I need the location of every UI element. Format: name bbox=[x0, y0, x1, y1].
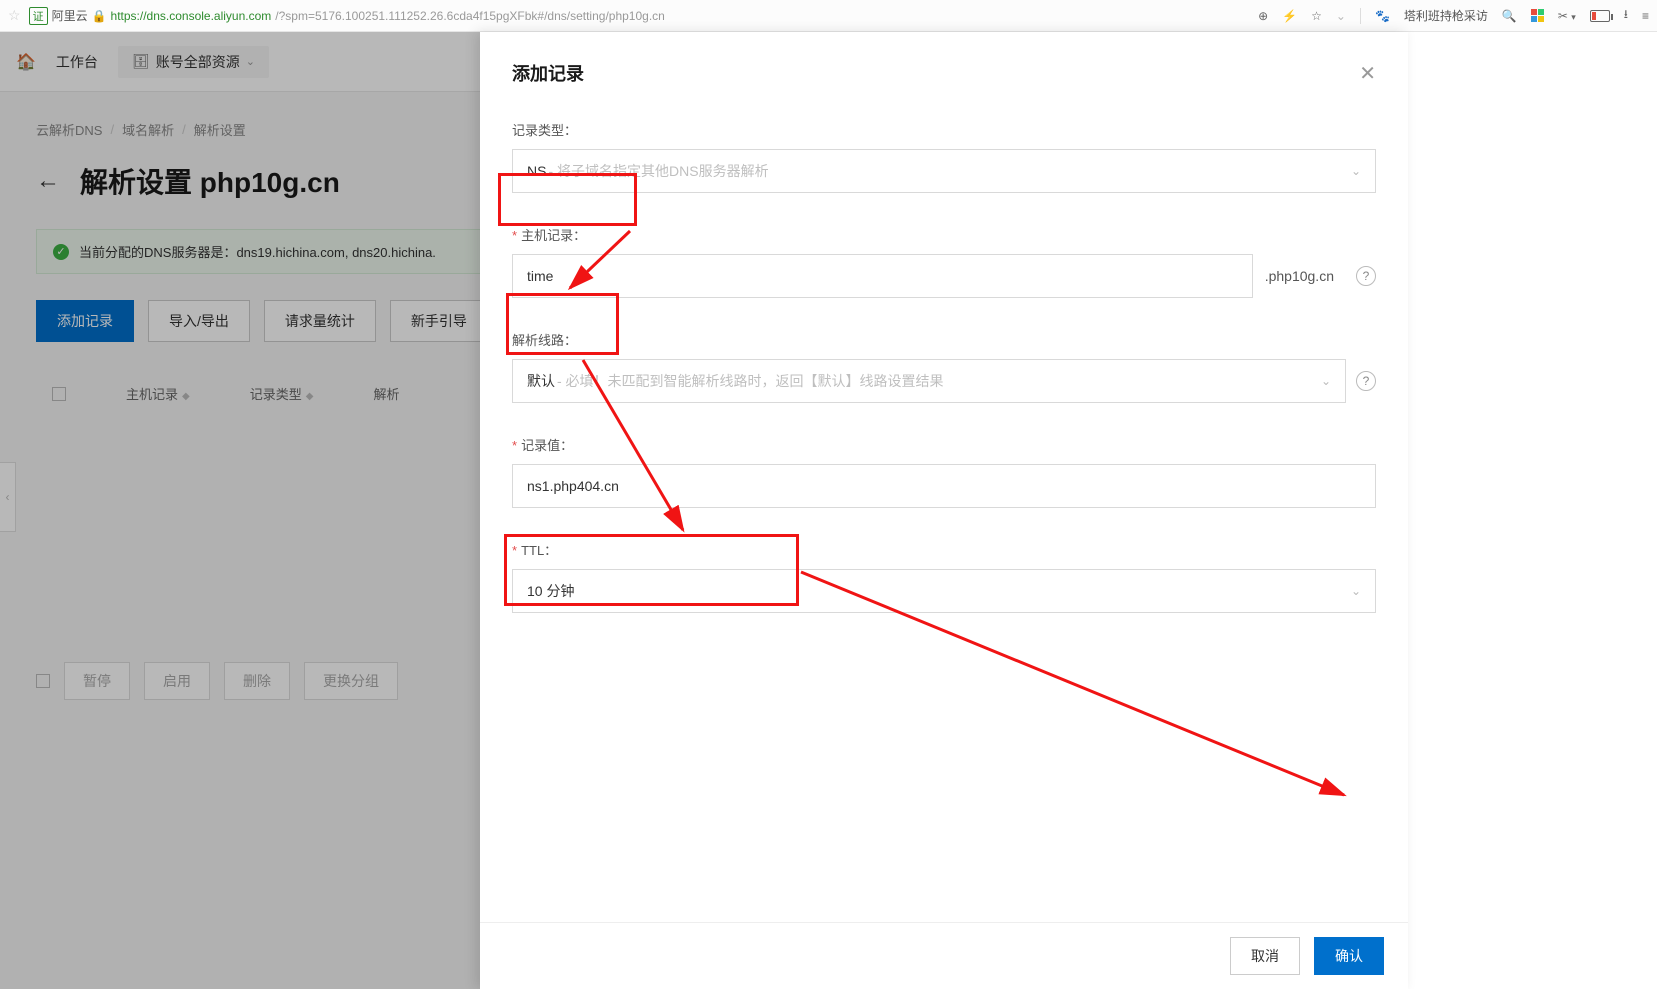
lock-icon: 🔒 bbox=[92, 9, 107, 23]
record-type-desc: - 将子域名指定其他DNS服务器解析 bbox=[548, 161, 768, 181]
sort-icon: ◆ bbox=[306, 391, 314, 402]
guide-button[interactable]: 新手引导 bbox=[390, 300, 488, 342]
battery-icon bbox=[1590, 10, 1610, 22]
record-value-label: *记录值： bbox=[512, 435, 1376, 454]
record-value-input-wrap[interactable] bbox=[512, 464, 1376, 508]
drawer-footer: 取消 确认 bbox=[480, 922, 1408, 989]
record-type-value: NS bbox=[527, 163, 546, 179]
search-icon[interactable]: 🔍 bbox=[1502, 9, 1517, 23]
url-path: /?spm=5176.100251.111252.26.6cda4f15pgXF… bbox=[275, 9, 665, 23]
drawer-header: 添加记录 ✕ bbox=[480, 60, 1408, 110]
apps-grid-icon[interactable] bbox=[1531, 9, 1544, 22]
site-name: 阿里云 bbox=[52, 7, 88, 24]
back-arrow-icon[interactable]: ← bbox=[36, 167, 60, 195]
line-group: 解析线路： 默认 - 必填！未匹配到智能解析线路时，返回【默认】线路设置结果 ⌄… bbox=[512, 330, 1376, 403]
host-record-input[interactable] bbox=[527, 268, 1238, 284]
site-badge: 证 bbox=[29, 7, 48, 25]
line-label: 解析线路： bbox=[512, 330, 1376, 349]
sidebar-collapse-tab[interactable]: ‹ bbox=[0, 462, 16, 532]
col-type[interactable]: 记录类型◆ bbox=[250, 384, 314, 403]
news-headline[interactable]: 塔利班持枪采访 bbox=[1404, 7, 1488, 24]
crumb-settings: 解析设置 bbox=[194, 120, 246, 139]
delete-button[interactable]: 删除 bbox=[224, 662, 290, 700]
bulk-select-checkbox[interactable] bbox=[36, 674, 50, 688]
record-type-group: 记录类型： NS - 将子域名指定其他DNS服务器解析 ⌄ bbox=[512, 120, 1376, 193]
line-value: 默认 bbox=[527, 371, 555, 391]
pause-button[interactable]: 暂停 bbox=[64, 662, 130, 700]
ttl-value: 10 分钟 bbox=[527, 581, 574, 601]
select-all-checkbox[interactable] bbox=[52, 387, 66, 401]
help-icon[interactable]: ? bbox=[1356, 266, 1376, 286]
cancel-button[interactable]: 取消 bbox=[1230, 937, 1300, 975]
star-icon[interactable]: ☆ bbox=[1311, 9, 1322, 23]
bookmark-star-icon[interactable]: ☆ bbox=[8, 7, 21, 24]
crumb-sep: / bbox=[110, 122, 114, 137]
drawer-title: 添加记录 bbox=[512, 60, 584, 86]
chevron-down-icon: ⌄ bbox=[1351, 164, 1361, 178]
request-stats-button[interactable]: 请求量统计 bbox=[264, 300, 376, 342]
crumb-domain[interactable]: 域名解析 bbox=[122, 120, 174, 139]
paw-icon: 🐾 bbox=[1375, 9, 1390, 23]
line-select[interactable]: 默认 - 必填！未匹配到智能解析线路时，返回【默认】线路设置结果 ⌄ bbox=[512, 359, 1346, 403]
drawer-body: 记录类型： NS - 将子域名指定其他DNS服务器解析 ⌄ *主机记录： .ph… bbox=[480, 110, 1408, 922]
crumb-sep: / bbox=[182, 122, 186, 137]
divider bbox=[1360, 8, 1361, 24]
scissors-icon[interactable]: ✂ ▾ bbox=[1558, 9, 1576, 23]
col-host[interactable]: 主机记录◆ bbox=[126, 384, 190, 403]
sort-icon: ◆ bbox=[182, 391, 190, 402]
bulk-action-row: 暂停 启用 删除 更换分组 bbox=[36, 662, 398, 700]
col-line-partial[interactable]: 解析 bbox=[373, 384, 399, 403]
ttl-select[interactable]: 10 分钟 ⌄ bbox=[512, 569, 1376, 613]
enable-button[interactable]: 启用 bbox=[144, 662, 210, 700]
browser-right-tools: ⊕ ⚡ ☆ ⌄ 🐾 塔利班持枪采访 🔍 ✂ ▾ ⭳ ≡ bbox=[1258, 5, 1649, 26]
speed-icon[interactable]: ⚡ bbox=[1282, 9, 1297, 23]
ttl-label: *TTL： bbox=[512, 540, 1376, 559]
close-icon[interactable]: ✕ bbox=[1359, 61, 1376, 86]
dns-server-text: 当前分配的DNS服务器是：dns19.hichina.com, dns20.hi… bbox=[79, 242, 436, 261]
chevron-down-icon: ⌄ bbox=[246, 55, 255, 68]
download-icon[interactable]: ⭳ bbox=[1624, 5, 1628, 26]
right-gutter bbox=[1408, 32, 1657, 989]
add-record-drawer: 添加记录 ✕ 记录类型： NS - 将子域名指定其他DNS服务器解析 ⌄ *主机… bbox=[480, 32, 1408, 989]
crumb-dns[interactable]: 云解析DNS bbox=[36, 120, 102, 139]
url-box[interactable]: 证 阿里云 🔒 https://dns.console.aliyun.com/?… bbox=[29, 7, 665, 25]
record-type-label: 记录类型： bbox=[512, 120, 1376, 139]
chevron-down-icon: ⌄ bbox=[1351, 584, 1361, 598]
add-record-button[interactable]: 添加记录 bbox=[36, 300, 134, 342]
url-host: https://dns.console.aliyun.com bbox=[111, 9, 272, 23]
host-record-input-wrap[interactable] bbox=[512, 254, 1253, 298]
browser-address-bar: ☆ 证 阿里云 🔒 https://dns.console.aliyun.com… bbox=[0, 0, 1657, 32]
host-suffix: .php10g.cn bbox=[1265, 268, 1334, 284]
zoom-icon[interactable]: ⊕ bbox=[1258, 9, 1268, 23]
line-desc: - 必填！未匹配到智能解析线路时，返回【默认】线路设置结果 bbox=[557, 371, 944, 391]
workbench-link[interactable]: 工作台 bbox=[56, 52, 98, 72]
chevron-down-icon: ⌄ bbox=[1321, 374, 1331, 388]
record-value-group: *记录值： bbox=[512, 435, 1376, 508]
account-resource-select[interactable]: 🗄 账号全部资源 ⌄ bbox=[118, 46, 269, 78]
check-circle-icon: ✓ bbox=[53, 244, 69, 260]
home-icon[interactable]: 🏠 bbox=[16, 52, 36, 72]
database-icon: 🗄 bbox=[132, 53, 150, 70]
help-icon[interactable]: ? bbox=[1356, 371, 1376, 391]
host-record-group: *主机记录： .php10g.cn ? bbox=[512, 225, 1376, 298]
chevron-down-icon[interactable]: ⌄ bbox=[1336, 9, 1346, 23]
page-title: 解析设置 php10g.cn bbox=[80, 161, 340, 201]
change-group-button[interactable]: 更换分组 bbox=[304, 662, 398, 700]
import-export-button[interactable]: 导入/导出 bbox=[148, 300, 250, 342]
menu-icon[interactable]: ≡ bbox=[1642, 9, 1649, 23]
record-type-select[interactable]: NS - 将子域名指定其他DNS服务器解析 ⌄ bbox=[512, 149, 1376, 193]
host-record-label: *主机记录： bbox=[512, 225, 1376, 244]
record-value-input[interactable] bbox=[527, 478, 1361, 494]
ttl-group: *TTL： 10 分钟 ⌄ bbox=[512, 540, 1376, 613]
confirm-button[interactable]: 确认 bbox=[1314, 937, 1384, 975]
account-resource-label: 账号全部资源 bbox=[156, 52, 240, 72]
